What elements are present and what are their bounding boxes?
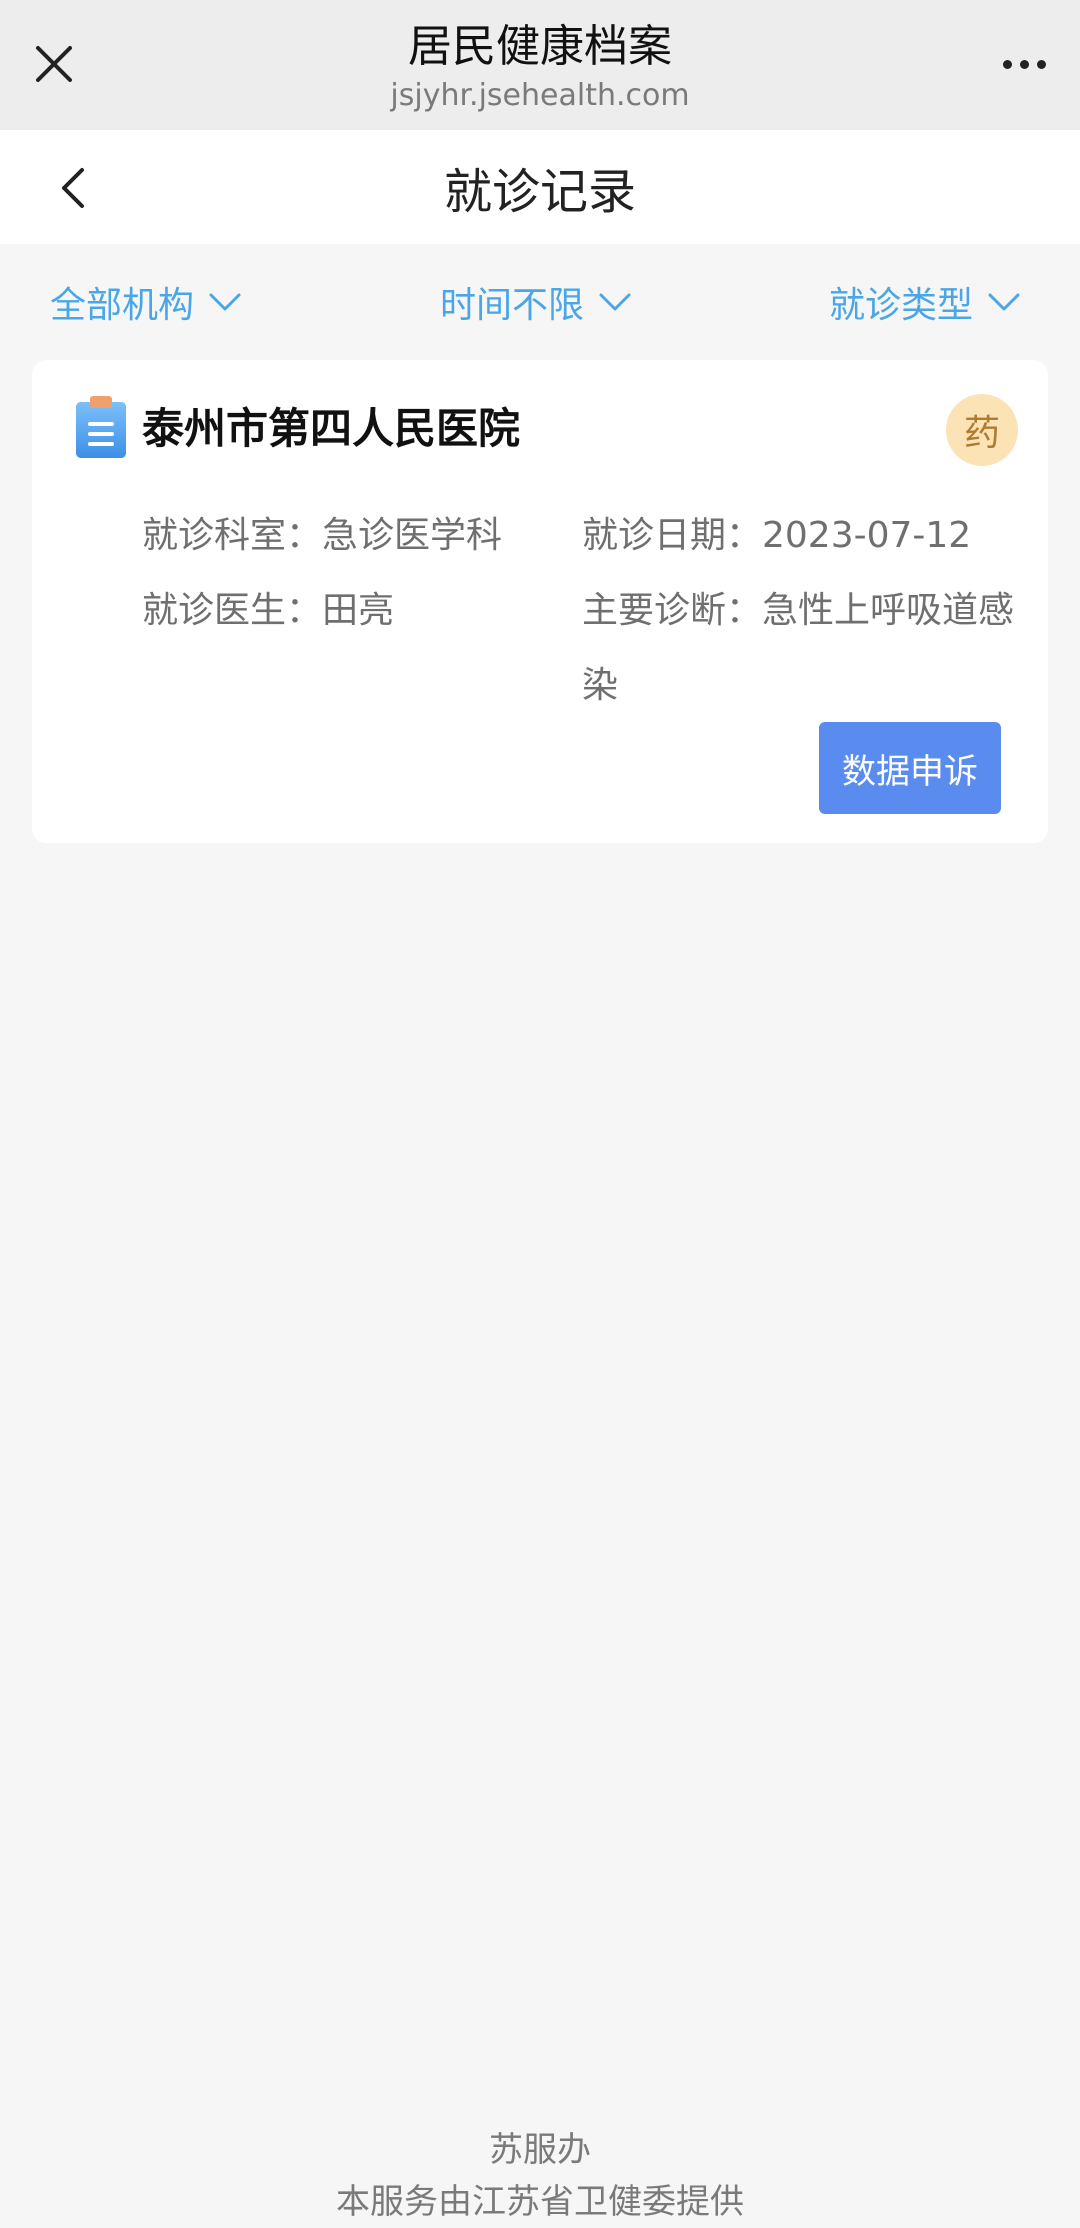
- data-appeal-button[interactable]: 数据申诉: [819, 722, 1001, 814]
- window-title: 居民健康档案: [408, 21, 672, 72]
- footer-provider: 本服务由江苏省卫健委提供: [336, 2182, 744, 2222]
- chevron-down-icon: [988, 293, 1020, 311]
- visit-date-info: 就诊日期：2023-07-12: [582, 515, 972, 556]
- visit-record-card[interactable]: 泰州市第四人民医院 药 就诊科室：急诊医学科 就诊日期：2023-07-12 就…: [32, 360, 1048, 843]
- more-options-button[interactable]: [992, 40, 1056, 88]
- filter-time[interactable]: 时间不限: [440, 278, 632, 326]
- filter-institution[interactable]: 全部机构: [50, 278, 242, 326]
- page-title: 就诊记录: [443, 164, 636, 220]
- doctor-info: 就诊医生：田亮: [142, 590, 395, 631]
- filter-visit-type[interactable]: 就诊类型: [829, 278, 1021, 326]
- filter-label: 就诊类型: [829, 285, 974, 326]
- footer: 苏服办 本服务由江苏省卫健委提供: [0, 2124, 1080, 2228]
- chevron-down-icon: [209, 293, 241, 311]
- hospital-name: 泰州市第四人民医院: [142, 404, 521, 453]
- chevron-down-icon: [599, 293, 631, 311]
- title-area: 居民健康档案 jsjyhr.jsehealth.com: [0, 18, 1080, 114]
- visit-type-badge: 药: [946, 394, 1018, 466]
- diagnosis-info: 主要诊断：急性上呼吸道感染: [582, 590, 1015, 706]
- window-url: jsjyhr.jsehealth.com: [390, 78, 690, 113]
- filter-label: 时间不限: [440, 285, 585, 326]
- department-info: 就诊科室：急诊医学科: [142, 515, 503, 556]
- top-bar: 居民健康档案 jsjyhr.jsehealth.com: [0, 0, 1080, 130]
- filter-label: 全部机构: [50, 285, 195, 326]
- clipboard-icon: [76, 396, 126, 458]
- more-dot: [1019, 59, 1029, 69]
- more-dots-icon: [1002, 59, 1012, 69]
- more-dot: [1036, 59, 1046, 69]
- page-header: 就诊记录: [0, 130, 1080, 244]
- filter-bar: 全部机构 时间不限 就诊类型: [0, 244, 1080, 359]
- footer-brand: 苏服办: [489, 2130, 591, 2170]
